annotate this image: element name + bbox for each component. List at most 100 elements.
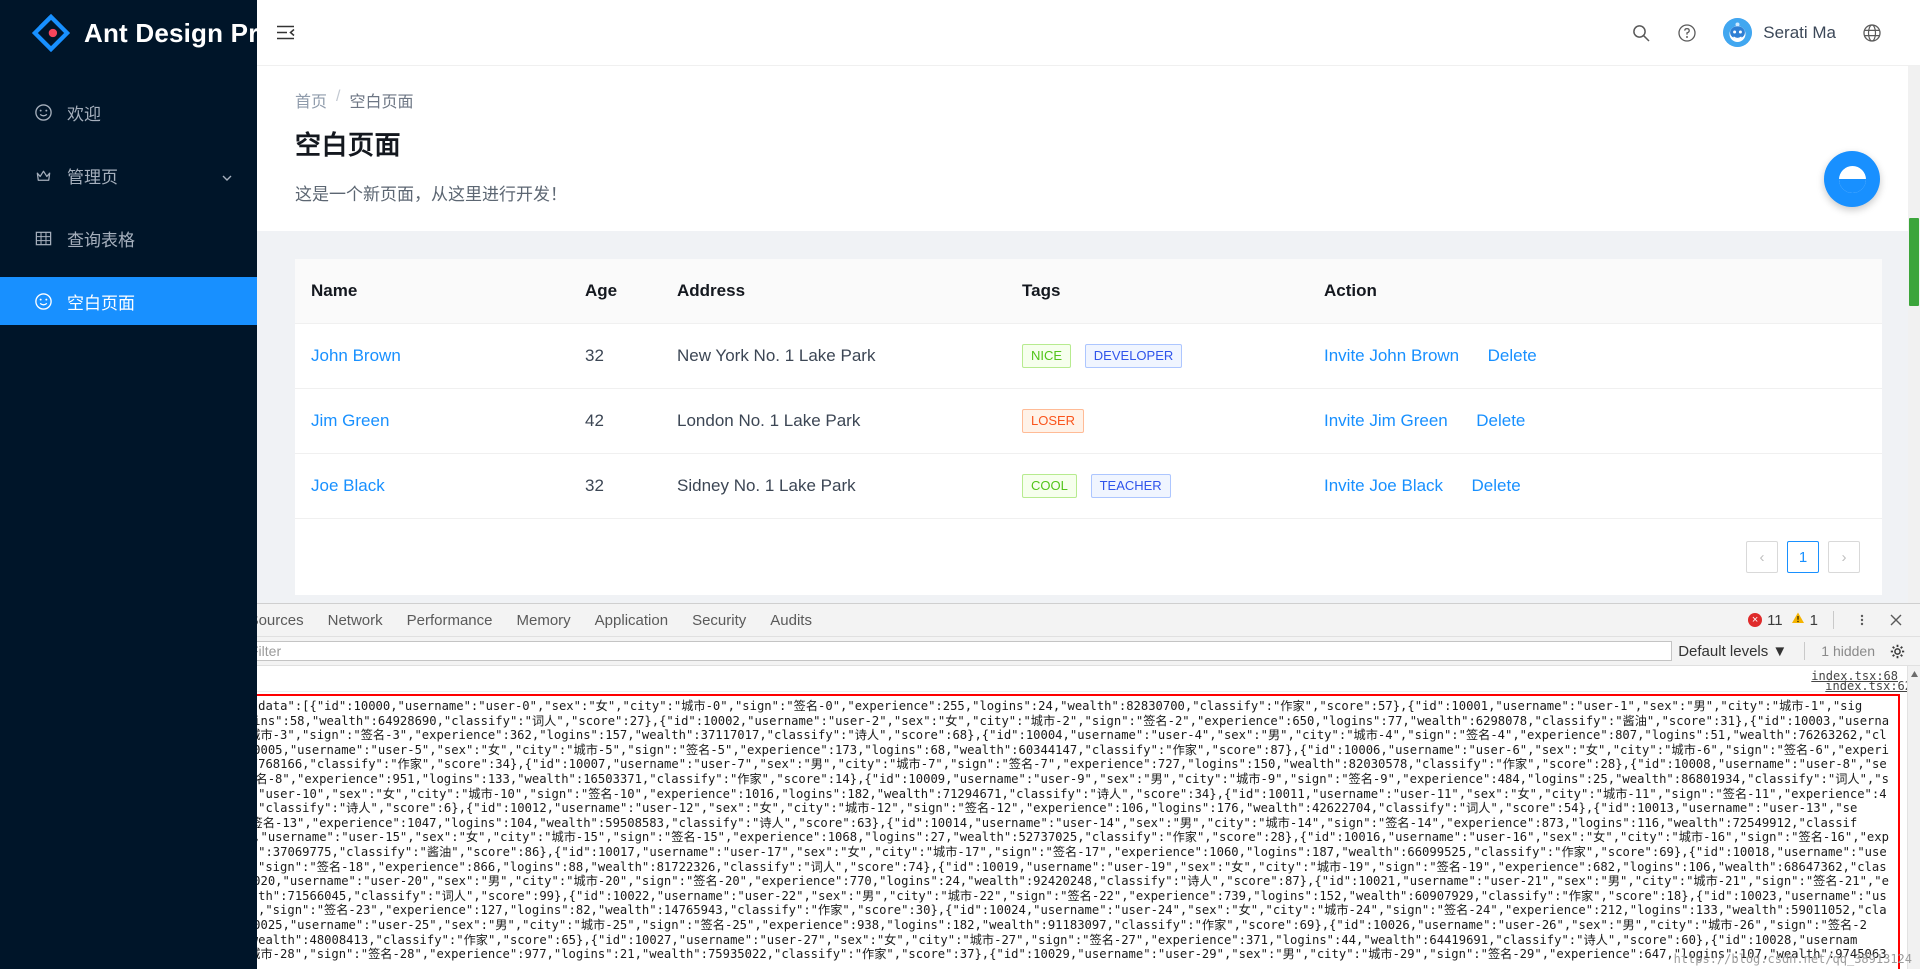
tab-network[interactable]: Network <box>316 604 395 637</box>
pagination: ‹ 1 › <box>295 519 1882 595</box>
scroll-up-icon[interactable] <box>1910 668 1919 677</box>
tag[interactable]: DEVELOPER <box>1084 344 1183 368</box>
tab-audits[interactable]: Audits <box>758 604 824 637</box>
floating-action-button[interactable] <box>1824 151 1880 207</box>
delete-link[interactable]: Delete <box>1488 346 1537 365</box>
theme-settings-icon <box>1838 165 1866 193</box>
pagination-page-1[interactable]: 1 <box>1787 541 1819 573</box>
devtools-panel: Elements Console Sources Network Perform… <box>0 603 1920 969</box>
cell-address: Sidney No. 1 Lake Park <box>677 453 1022 519</box>
watermark: https://blog.csdn.net/qq_38913124 <box>1673 952 1912 966</box>
column-header-tags[interactable]: Tags <box>1022 259 1324 324</box>
gear-icon[interactable] <box>1884 638 1910 664</box>
tag[interactable]: COOL <box>1022 474 1077 498</box>
sidebar-item-label: 空白页面 <box>67 293 135 313</box>
cell-address: London No. 1 Lake Park <box>677 388 1022 454</box>
column-header-age[interactable]: Age <box>585 259 677 324</box>
devtools-tabbar: Elements Console Sources Network Perform… <box>0 604 1920 637</box>
breadcrumb-home[interactable]: 首页 <box>295 88 327 112</box>
sidebar-item-admin[interactable]: 管理页 <box>0 151 257 199</box>
console-json-payload: {"code":0,"msg":"","count":1000,"data":[… <box>16 699 1890 969</box>
users-table: Name Age Address Tags Action John Brown … <box>295 259 1882 519</box>
app-root: Ant Design Pro 欢迎 管理页 查询表格 空白页面 Serati M… <box>0 0 1920 969</box>
invite-link[interactable]: Invite Joe Black <box>1324 476 1443 495</box>
question-circle-icon[interactable] <box>1677 23 1697 43</box>
avatar <box>1723 18 1753 47</box>
console-toolbar: top ▼ Filter Default levels ▼ 1 hidden <box>0 637 1920 666</box>
cell-age: 32 <box>585 323 677 389</box>
pagination-prev[interactable]: ‹ <box>1746 541 1778 573</box>
kebab-menu-icon[interactable] <box>1849 607 1875 633</box>
smile-icon <box>34 103 53 122</box>
console-json-entry[interactable]: index.tsx:62 {"code":0,"msg":"","count":… <box>8 679 1912 969</box>
tag[interactable]: LOSER <box>1022 409 1085 433</box>
tab-security[interactable]: Security <box>680 604 758 637</box>
column-header-name[interactable]: Name <box>295 259 585 324</box>
console-toolbar-right: 1 hidden <box>1797 638 1920 664</box>
tag[interactable]: NICE <box>1022 344 1072 368</box>
tab-application[interactable]: Application <box>583 604 680 637</box>
table-body: John Brown 32 New York No. 1 Lake Park N… <box>295 323 1882 519</box>
tab-performance[interactable]: Performance <box>395 604 505 637</box>
sidebar-item-query-table[interactable]: 查询表格 <box>0 214 257 262</box>
console-filter-input[interactable]: Filter <box>243 641 1673 661</box>
column-header-address[interactable]: Address <box>677 259 1022 324</box>
table-head: Name Age Address Tags Action <box>295 259 1882 324</box>
delete-link[interactable]: Delete <box>1476 411 1525 430</box>
cell-action: Invite Joe Black Delete <box>1324 453 1882 519</box>
table-icon <box>34 229 53 248</box>
user-menu[interactable]: Serati Ma <box>1723 18 1836 47</box>
console-scrollbar[interactable] <box>1907 666 1920 969</box>
page-scrollbar-thumb[interactable] <box>1909 218 1919 306</box>
brand[interactable]: Ant Design Pro <box>0 0 274 66</box>
user-link[interactable]: Joe Black <box>311 476 385 495</box>
header-actions: Serati Ma <box>1631 18 1920 47</box>
cell-name: Joe Black <box>295 453 585 519</box>
toolbar-divider <box>1833 611 1834 629</box>
cell-name: Jim Green <box>295 388 585 454</box>
log-levels-select[interactable]: Default levels ▼ <box>1678 643 1797 660</box>
warning-count-badge[interactable]: 1 <box>1791 611 1818 629</box>
global-icon[interactable] <box>1862 23 1882 43</box>
sidebar-item-welcome[interactable]: 欢迎 <box>0 88 257 136</box>
column-header-action[interactable]: Action <box>1324 259 1882 324</box>
top-header: Serati Ma <box>257 0 1920 66</box>
cell-address: New York No. 1 Lake Park <box>677 323 1022 389</box>
cell-age: 32 <box>585 453 677 519</box>
chevron-down-icon[interactable] <box>221 169 233 181</box>
invite-link[interactable]: Invite John Brown <box>1324 346 1459 365</box>
cell-tags: NICE DEVELOPER <box>1022 323 1324 389</box>
user-link[interactable]: Jim Green <box>311 411 389 430</box>
console-output[interactable]: tses数据: [object Promise] index.tsx:68 in… <box>0 666 1920 969</box>
breadcrumb-separator: / <box>336 88 341 105</box>
menu-gap <box>0 199 257 214</box>
search-icon[interactable] <box>1631 23 1651 43</box>
sidebar: Ant Design Pro 欢迎 管理页 查询表格 空白页面 <box>0 0 274 969</box>
sidebar-item-blank-page[interactable]: 空白页面 <box>0 277 257 325</box>
pagination-next[interactable]: › <box>1828 541 1860 573</box>
invite-link[interactable]: Invite Jim Green <box>1324 411 1448 430</box>
sidebar-item-label: 管理页 <box>67 167 118 187</box>
delete-link[interactable]: Delete <box>1472 476 1521 495</box>
tab-memory[interactable]: Memory <box>505 604 583 637</box>
user-link[interactable]: John Brown <box>311 346 401 365</box>
console-json-source[interactable]: index.tsx:62 <box>1825 679 1912 693</box>
table-header-row: Name Age Address Tags Action <box>295 259 1882 324</box>
cell-tags: COOL TEACHER <box>1022 453 1324 519</box>
warning-count: 1 <box>1809 611 1818 629</box>
sidebar-item-label: 查询表格 <box>67 230 135 250</box>
console-log-entry[interactable]: tses数据: [object Promise] index.tsx:68 <box>0 666 1920 692</box>
error-count-badge[interactable]: × 11 <box>1748 612 1783 629</box>
page-scrollbar[interactable] <box>1908 66 1920 603</box>
cell-age: 42 <box>585 388 677 454</box>
tag[interactable]: TEACHER <box>1090 474 1171 498</box>
page-description: 这是一个新页面，从这里进行开发！ <box>295 185 567 204</box>
cell-action: Invite Jim Green Delete <box>1324 388 1882 454</box>
table-row: Jim Green 42 London No. 1 Lake Park LOSE… <box>295 388 1882 454</box>
close-icon[interactable] <box>1883 607 1909 633</box>
cell-name: John Brown <box>295 323 585 389</box>
error-icon: × <box>1748 613 1763 627</box>
ant-design-logo-icon <box>31 13 71 53</box>
log-levels-value: Default levels <box>1678 642 1769 660</box>
cell-tags: LOSER <box>1022 388 1324 454</box>
